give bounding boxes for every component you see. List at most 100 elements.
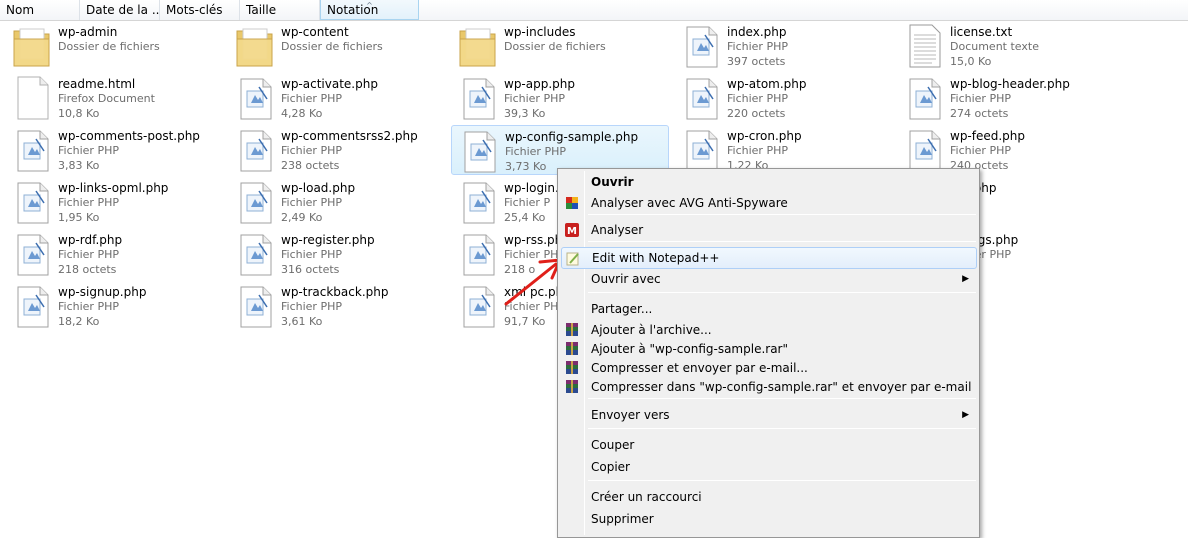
- column-header-size[interactable]: Taille: [240, 0, 320, 20]
- file-name: wp-admin: [58, 25, 118, 39]
- menu-item-edit-with-notepad[interactable]: Edit with Notepad++: [561, 247, 977, 269]
- file-size: 397 octets: [727, 55, 786, 68]
- file-item[interactable]: wp-commentsrss2.php Fichier PHP 238 octets: [228, 125, 446, 175]
- file-name: wp-trackback.php: [281, 285, 389, 299]
- file-name: wp-activate.php: [281, 77, 378, 91]
- file-type: Fichier PHP: [58, 196, 119, 209]
- winrar-icon: [564, 379, 580, 395]
- column-header-bar: Nom Date de la ... Mots-clés Taille ^ No…: [0, 0, 1188, 21]
- file-item[interactable]: readme.html Firefox Document 10,8 Ko: [5, 73, 223, 123]
- menu-item-label: Envoyer vers: [591, 408, 670, 422]
- file-type: Fichier PHP: [281, 300, 342, 313]
- file-name: index.php: [727, 25, 787, 39]
- file-item[interactable]: index.php Fichier PHP 397 octets: [674, 21, 892, 71]
- file-size: 15,0 Ko: [950, 55, 992, 68]
- file-name: wp-app.php: [504, 77, 576, 91]
- file-type: Fichier PHP: [950, 92, 1011, 105]
- file-type: Fichier PHP: [727, 92, 788, 105]
- file-size: 2,49 Ko: [281, 211, 323, 224]
- file-name: wp-rdf.php: [58, 233, 123, 247]
- menu-item-compresser-dans-wp-config-sample-rar-et-envoyer-par-e-mail[interactable]: Compresser dans "wp-config-sample.rar" e…: [561, 376, 977, 398]
- php-file-icon: [902, 75, 946, 121]
- file-item[interactable]: wp-app.php Fichier PHP 39,3 Ko: [451, 73, 669, 123]
- php-file-icon: [456, 231, 500, 277]
- file-type: Dossier de fichiers: [58, 40, 160, 53]
- avg-icon: [564, 195, 580, 211]
- file-type: Fichier PHP: [58, 144, 119, 157]
- file-item[interactable]: wp-trackback.php Fichier PHP 3,61 Ko: [228, 281, 446, 331]
- column-header-rating[interactable]: ^ Notation: [320, 0, 419, 20]
- file-type: Fichier PHP: [950, 144, 1011, 157]
- file-item[interactable]: wp-blog-header.php Fichier PHP 274 octets: [897, 73, 1115, 123]
- php-file-icon: [457, 128, 501, 174]
- file-name: readme.html: [58, 77, 136, 91]
- file-item[interactable]: wp-register.php Fichier PHP 316 octets: [228, 229, 446, 279]
- svg-text:M: M: [567, 226, 577, 237]
- file-item[interactable]: wp-links-opml.php Fichier PHP 1,95 Ko: [5, 177, 223, 227]
- menu-item-partager[interactable]: Partager...: [561, 298, 977, 320]
- file-name: wp-rss.ph: [504, 233, 563, 247]
- file-size: 25,4 Ko: [504, 211, 546, 224]
- menu-item-ouvrir[interactable]: Ouvrir: [561, 171, 977, 193]
- file-item[interactable]: wp-admin Dossier de fichiers: [5, 21, 223, 71]
- php-file-icon: [456, 179, 500, 225]
- php-file-icon: [10, 179, 54, 225]
- folder-icon: [456, 23, 500, 69]
- sort-caret-icon: ^: [366, 1, 373, 10]
- menu-item-label: Couper: [591, 438, 635, 452]
- menu-item-label: Partager...: [591, 302, 653, 316]
- menu-item-ouvrir-avec[interactable]: Ouvrir avec ▶: [561, 268, 977, 290]
- file-size: 274 octets: [950, 107, 1009, 120]
- file-type: Dossier de fichiers: [281, 40, 383, 53]
- file-item[interactable]: wp-atom.php Fichier PHP 220 octets: [674, 73, 892, 123]
- menu-item-analyser[interactable]: M Analyser: [561, 219, 977, 241]
- file-type: Fichier PHP: [281, 92, 342, 105]
- menu-item-envoyer-vers[interactable]: Envoyer vers ▶: [561, 404, 977, 426]
- php-file-icon: [233, 127, 277, 173]
- menu-item-label: Compresser dans "wp-config-sample.rar" e…: [591, 380, 972, 394]
- file-type: Fichier P: [504, 196, 551, 209]
- file-item[interactable]: wp-load.php Fichier PHP 2,49 Ko: [228, 177, 446, 227]
- file-item[interactable]: license.txt Document texte 15,0 Ko: [897, 21, 1115, 71]
- file-name: wp-links-opml.php: [58, 181, 169, 195]
- file-item[interactable]: wp-includes Dossier de fichiers: [451, 21, 669, 71]
- winrar-icon: [564, 360, 580, 376]
- menu-separator: [588, 428, 976, 429]
- menu-item-copier[interactable]: Copier: [561, 456, 977, 478]
- file-name: wp-includes: [504, 25, 576, 39]
- file-size: 3,83 Ko: [58, 159, 100, 172]
- menu-separator: [588, 292, 976, 293]
- file-type: Fichier PHP: [505, 145, 566, 158]
- file-name: wp-cron.php: [727, 129, 802, 143]
- column-header-date[interactable]: Date de la ...: [80, 0, 160, 20]
- menu-item-analyser-avec-avg-anti-spyware[interactable]: Analyser avec AVG Anti-Spyware: [561, 192, 977, 214]
- file-item[interactable]: wp-content Dossier de fichiers: [228, 21, 446, 71]
- menu-item-créer-un-raccourci[interactable]: Créer un raccourci: [561, 486, 977, 508]
- submenu-arrow-icon: ▶: [962, 274, 969, 284]
- menu-separator: [588, 241, 976, 242]
- context-menu: Ouvrir Analyser avec AVG Anti-Spyware M Ana…: [557, 168, 980, 538]
- file-type: Fichier PHP: [58, 248, 119, 261]
- menu-item-label: Créer un raccourci: [591, 490, 702, 504]
- file-size: 3,73 Ko: [505, 160, 547, 173]
- php-file-icon: [902, 127, 946, 173]
- file-type: Fichier PHP: [504, 92, 565, 105]
- php-file-icon: [233, 75, 277, 121]
- file-size: 39,3 Ko: [504, 107, 546, 120]
- file-item[interactable]: wp-activate.php Fichier PHP 4,28 Ko: [228, 73, 446, 123]
- php-file-icon: [233, 231, 277, 277]
- column-header-name[interactable]: Nom: [0, 0, 80, 20]
- file-item[interactable]: wp-signup.php Fichier PHP 18,2 Ko: [5, 281, 223, 331]
- column-header-keywords[interactable]: Mots-clés: [160, 0, 240, 20]
- php-file-icon: [233, 179, 277, 225]
- php-file-icon: [679, 23, 723, 69]
- winrar-icon: [564, 341, 580, 357]
- file-size: 10,8 Ko: [58, 107, 100, 120]
- file-item[interactable]: wp-comments-post.php Fichier PHP 3,83 Ko: [5, 125, 223, 175]
- php-file-icon: [456, 283, 500, 329]
- file-item[interactable]: wp-rdf.php Fichier PHP 218 octets: [5, 229, 223, 279]
- file-name: wp-comments-post.php: [58, 129, 200, 143]
- php-file-icon: [233, 283, 277, 329]
- php-file-icon: [679, 127, 723, 173]
- menu-item-couper[interactable]: Couper: [561, 434, 977, 456]
